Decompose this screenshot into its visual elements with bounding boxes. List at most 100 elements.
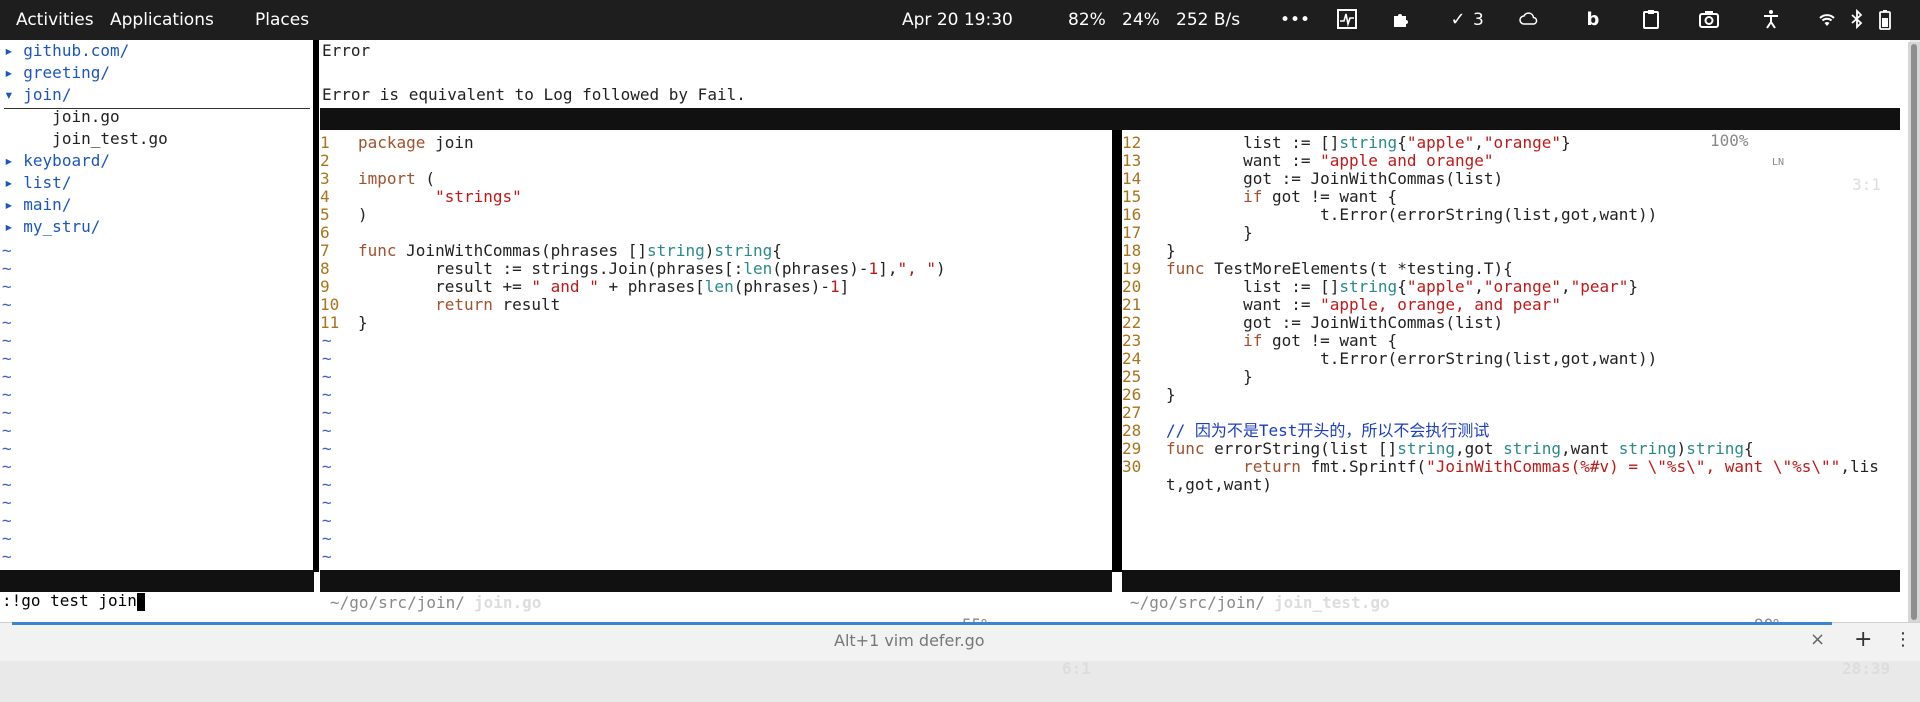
code-text: func JoinWithCommas(phrases []string)str…	[358, 241, 782, 260]
tree-item[interactable]: ▸ keyboard/	[4, 152, 110, 174]
code-text: return result	[435, 295, 561, 314]
command-line[interactable]: :!go test join	[2, 592, 145, 614]
code-text: t.Error(errorString(list,got,want))	[1166, 349, 1658, 368]
code-pane-join-test-go[interactable]: 12 list := []string{"apple","orange"} 13 …	[1122, 130, 1908, 570]
code-text: "strings"	[435, 187, 522, 206]
status-cursor-position: 6:1	[1062, 659, 1091, 678]
line-number: 8	[320, 259, 330, 278]
doc-status-bar: 100% LN 3:1	[320, 108, 1900, 194]
line-number: 9	[320, 277, 330, 296]
line-number: 23	[1122, 331, 1142, 350]
wifi-icon[interactable]	[1816, 9, 1838, 31]
menu-icon[interactable]: ⋮	[1894, 629, 1912, 650]
code-text: result := strings.Join(phrases[:len(phra…	[358, 259, 946, 278]
tilde-marker: ~	[322, 547, 332, 566]
status-filename: join.go	[474, 593, 542, 612]
code-text: list := []string{"apple","orange","pear"…	[1166, 277, 1639, 296]
activities-button[interactable]: Activities	[16, 10, 94, 30]
bluetooth-icon[interactable]	[1846, 8, 1868, 31]
tilde-marker: ~	[2, 547, 12, 566]
pane-separator[interactable]	[313, 40, 319, 572]
tree-item[interactable]: ▸ my_stru/	[4, 218, 100, 240]
line-number: 15	[1122, 187, 1142, 206]
file-tree-pane: ▸ github.com/ ▸ greeting/ ▾ join/ join.g…	[0, 40, 312, 570]
code-text: result += " and " + phrases[len(phrases)…	[358, 277, 850, 296]
cloud-icon[interactable]	[1518, 9, 1540, 31]
tree-item[interactable]: ▸ main/	[4, 196, 71, 218]
line-number: 13	[1122, 151, 1142, 170]
left-status-bar: ~/go/src/join/join.go 55% LN 6:1	[320, 570, 1112, 678]
line-number: 2	[320, 151, 330, 170]
cpu-usage[interactable]: 82%	[1068, 10, 1106, 30]
tree-item[interactable]: ▸ greeting/	[4, 64, 110, 86]
network-speed[interactable]: 252 B/s	[1176, 10, 1240, 30]
places-menu[interactable]: Places	[255, 10, 309, 30]
line-number: 18	[1122, 241, 1142, 260]
line-number: 29	[1122, 439, 1142, 458]
tree-item-selected[interactable]: ▾ join/	[4, 86, 310, 109]
close-tab-icon[interactable]: ×	[1810, 629, 1825, 650]
line-number: 17	[1122, 223, 1142, 242]
code-line[interactable]: t,got,want)	[1122, 476, 1272, 498]
tab-title[interactable]: Alt+1 vim defer.go	[834, 631, 985, 650]
pane-separator[interactable]	[1112, 130, 1122, 572]
code-text: }	[1166, 367, 1253, 386]
battery-icon[interactable]	[1874, 9, 1896, 31]
screenshot-icon[interactable]	[1698, 9, 1720, 31]
line-number: 7	[320, 241, 330, 260]
code-text: want := "apple and orange"	[1166, 151, 1494, 170]
line-number: 14	[1122, 169, 1142, 188]
line-number: 26	[1122, 385, 1142, 404]
tree-item[interactable]: ▸ github.com/	[4, 42, 129, 64]
right-status-bar: ~/go/src/join/join_test.go 90% LN 28:39	[1122, 570, 1900, 678]
doc-body: Error is equivalent to Log followed by F…	[322, 85, 746, 104]
more-indicator[interactable]: •••	[1280, 10, 1310, 30]
doc-title: Error	[322, 41, 371, 60]
terminal-tab-bar: Alt+1 vim defer.go × + ⋮	[0, 622, 1920, 661]
code-text: if got != want {	[1243, 331, 1398, 350]
code-text: t,got,want)	[1166, 475, 1272, 494]
code-text: // 因为不是Test开头的，所以不会执行测试	[1166, 421, 1490, 440]
code-text: got := JoinWithCommas(list)	[1166, 169, 1504, 188]
accessibility-icon[interactable]	[1760, 9, 1782, 31]
line-number: 19	[1122, 259, 1142, 278]
line-number: 21	[1122, 295, 1142, 314]
line-number: 10	[320, 295, 340, 314]
tree-item[interactable]: ▸ list/	[4, 174, 71, 196]
line-number: 12	[1122, 133, 1142, 152]
extensions-icon[interactable]	[1390, 9, 1412, 31]
bing-icon[interactable]: b	[1582, 9, 1604, 31]
code-text: }	[1166, 241, 1176, 260]
cursor	[136, 592, 145, 611]
active-tab-indicator	[12, 622, 1832, 625]
status-path: ~/go/src/join/	[330, 593, 465, 612]
check-tasks-icon[interactable]: ✓	[1448, 9, 1468, 31]
code-pane-join-go[interactable]: 1 package join 2 3 import (4 "strings" 5) 6 7 fu…	[320, 130, 1112, 570]
system-monitor-icon[interactable]	[1336, 9, 1358, 31]
tree-status-bar: /home/tr/go/src/main	[0, 570, 314, 612]
line-number: 4	[320, 187, 330, 206]
code-text: )	[358, 205, 368, 224]
clock[interactable]: Apr 20 19:30	[902, 10, 1013, 30]
tree-item-file[interactable]: join_test.go	[4, 130, 168, 152]
code-text: func TestMoreElements(t *testing.T){	[1166, 259, 1513, 278]
code-text: import (	[358, 169, 436, 188]
terminal-window[interactable]: ▸ github.com/ ▸ greeting/ ▾ join/ join.g…	[0, 40, 1910, 678]
code-text: got := JoinWithCommas(list)	[1166, 313, 1504, 332]
code-text: if got != want {	[1243, 187, 1398, 206]
code-text: t.Error(errorString(list,got,want))	[1166, 205, 1658, 224]
clipboard-icon[interactable]	[1640, 9, 1662, 31]
memory-usage[interactable]: 24%	[1122, 10, 1160, 30]
line-number: 25	[1122, 367, 1142, 386]
applications-menu[interactable]: Applications	[110, 10, 214, 30]
scrollbar-thumb[interactable]	[1911, 44, 1917, 620]
top-panel: Activities Applications Places Apr 20 19…	[0, 0, 1920, 40]
line-number: 28	[1122, 421, 1142, 440]
code-text: package join	[358, 133, 474, 152]
code-text: return fmt.Sprintf("JoinWithCommas(%#v) …	[1243, 457, 1879, 476]
tree-item-file[interactable]: join.go	[4, 108, 119, 130]
new-tab-icon[interactable]: +	[1854, 627, 1872, 652]
line-number: 3	[320, 169, 330, 188]
line-number: 6	[320, 223, 330, 242]
tasks-count[interactable]: 3	[1473, 10, 1484, 30]
